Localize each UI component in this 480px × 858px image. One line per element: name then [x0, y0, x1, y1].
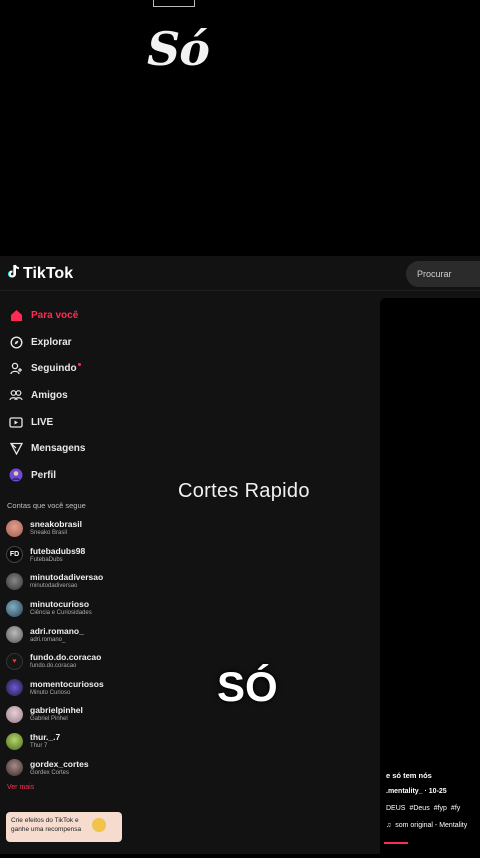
avatar	[6, 626, 23, 644]
top-so-text: Só	[147, 22, 210, 76]
account-display-name: Ciência e Curiosidades	[30, 610, 92, 617]
tiktok-logo[interactable]: TikTok	[7, 264, 73, 284]
account-item[interactable]: ♥ fundo.do.coracao fundo.do.coracao	[6, 648, 104, 675]
account-username: fundo.do.coracao	[30, 652, 102, 663]
nav-label: Para você	[31, 309, 79, 321]
sound-name: som original - Mentality	[395, 822, 468, 829]
overlay-title: Cortes Rapido	[178, 480, 310, 502]
top-frame-marker	[153, 0, 195, 7]
account-item[interactable]: gabrielpinhel Gabriel Pinhel	[6, 701, 104, 728]
video-hashtags: DEUS #Deus #fyp #fy	[386, 805, 460, 812]
nav-para-voce[interactable]: Para você	[0, 302, 160, 329]
compass-icon	[9, 335, 23, 349]
account-item[interactable]: thur._.7 Thur 7	[6, 728, 104, 755]
overlay-big-text: SÓ	[217, 663, 278, 710]
account-item[interactable]: sneakobrasil Sneako Brasil	[6, 515, 104, 542]
account-display-name: Gabriel Pinhel	[30, 716, 68, 723]
top-header: TikTok Procurar	[0, 256, 480, 291]
nav-seguindo[interactable]: Seguindo	[0, 355, 160, 382]
live-icon	[9, 415, 23, 429]
hashtag[interactable]: #Deus	[409, 805, 429, 812]
account-username: minutocurioso	[30, 599, 90, 610]
nav-label: Mensagens	[31, 443, 86, 455]
nav-label: Explorar	[31, 336, 72, 348]
home-icon	[9, 308, 23, 322]
video-author-line[interactable]: .mentality_ · 10-25	[386, 788, 447, 795]
following-section-title: Contas que você segue	[7, 501, 86, 510]
nav-label: Perfil	[31, 469, 57, 481]
sidebar-nav: Para você Explorar Seguindo Amigos LIVE …	[0, 302, 160, 489]
tiktok-window: TikTok Procurar Para você Explorar Segui…	[0, 256, 480, 858]
search-input[interactable]: Procurar	[406, 261, 480, 287]
nav-mensagens[interactable]: Mensagens	[0, 435, 160, 462]
account-item[interactable]: momentocuriosos Minuto Curioso	[6, 675, 104, 702]
avatar	[6, 705, 23, 723]
gift-icon	[92, 818, 106, 832]
brand-name: TikTok	[23, 265, 74, 282]
account-item[interactable]: FD futebadubs98 FutebaDubs	[6, 542, 104, 569]
friends-icon	[9, 388, 23, 402]
video-sound[interactable]: ♫ som original - Mentality	[386, 822, 467, 829]
account-username: futebadubs98	[30, 545, 86, 556]
hashtag[interactable]: #fyp	[434, 805, 447, 812]
avatar	[6, 572, 23, 590]
nav-live[interactable]: LIVE	[0, 409, 160, 436]
account-display-name: Sneako Brasil	[30, 530, 68, 537]
hashtag[interactable]: DEUS	[386, 805, 405, 812]
profile-avatar-icon	[9, 468, 23, 482]
messages-icon	[9, 442, 23, 456]
video-caption: e só tem nós	[386, 771, 432, 780]
account-item[interactable]: adri.romano_ adri.romano_	[6, 621, 104, 648]
account-username: thur._.7	[30, 732, 61, 743]
music-note-icon: ♫	[386, 822, 392, 829]
avatar	[6, 679, 23, 697]
avatar	[6, 759, 23, 777]
following-list: sneakobrasil Sneako Brasil FD futebadubs9…	[6, 515, 104, 781]
account-username: adri.romano_	[30, 625, 84, 636]
nav-explorar[interactable]: Explorar	[0, 329, 160, 356]
account-username: gordex_cortes	[30, 758, 89, 769]
nav-perfil[interactable]: Perfil	[0, 462, 160, 489]
account-username: minutodadiversao	[30, 572, 104, 583]
account-display-name: minutodadiversao	[30, 583, 78, 590]
nav-label: LIVE	[31, 416, 54, 428]
account-item[interactable]: minutocurioso Ciência e Curiosidades	[6, 595, 104, 622]
effects-promo-banner[interactable]: Crie efeitos do TikTok e ganhe uma recom…	[6, 812, 122, 842]
avatar: ♥	[6, 652, 23, 670]
account-item[interactable]: gordex_cortes Gordex Cortes	[6, 754, 104, 781]
account-display-name: fundo.do.coracao	[30, 663, 77, 670]
account-display-name: FutebaDubs	[30, 556, 63, 563]
see-more-link[interactable]: Ver mais	[7, 784, 34, 791]
account-username: sneakobrasil	[30, 519, 82, 530]
tiktok-note-icon	[7, 264, 20, 284]
account-display-name: Thur 7	[30, 743, 48, 750]
avatar	[6, 519, 23, 537]
avatar	[6, 732, 23, 750]
account-display-name: adri.romano_	[30, 636, 66, 643]
nav-label: Seguindo	[31, 363, 77, 375]
account-item[interactable]: minutodadiversao minutodadiversao	[6, 568, 104, 595]
hashtag[interactable]: #fy	[451, 805, 460, 812]
avatar	[6, 599, 23, 617]
top-video-area: Só	[0, 0, 480, 256]
video-progress-bar[interactable]	[384, 842, 408, 844]
account-username: gabrielpinhel	[30, 705, 83, 716]
account-username: momentocuriosos	[30, 678, 104, 689]
notification-dot	[77, 363, 81, 367]
account-display-name: Gordex Cortes	[30, 769, 70, 776]
account-display-name: Minuto Curioso	[30, 689, 71, 696]
avatar: FD	[6, 546, 23, 564]
promo-text: Crie efeitos do TikTok e ganhe uma recom…	[11, 817, 82, 833]
following-icon	[9, 362, 23, 376]
nav-label: Amigos	[31, 389, 68, 401]
nav-amigos[interactable]: Amigos	[0, 382, 160, 409]
